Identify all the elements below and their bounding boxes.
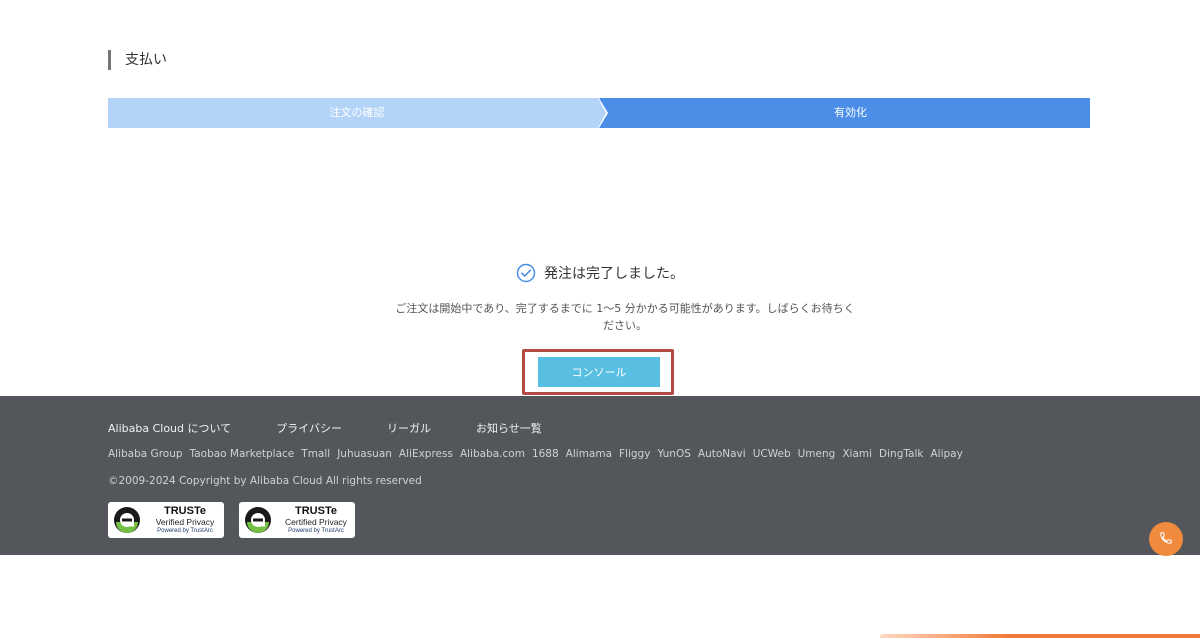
footer-group-link[interactable]: Taobao Marketplace: [190, 448, 295, 460]
footer-group-link[interactable]: Fliggy: [619, 448, 650, 460]
footer-nav: Alibaba Cloud について プライバシー リーガル お知らせ一覧: [108, 420, 542, 436]
footer-group-link[interactable]: Alimama: [566, 448, 612, 460]
success-title: 発注は完了しました。: [544, 266, 684, 282]
footer-link-privacy[interactable]: プライバシー: [276, 420, 342, 436]
step-confirm-order: 注文の確認: [108, 98, 606, 128]
footer-group-link[interactable]: Tmall: [301, 448, 330, 460]
footer-link-announcements[interactable]: お知らせ一覧: [476, 420, 542, 436]
progress-steps: 注文の確認 有効化: [108, 98, 1090, 128]
check-circle-icon: [516, 263, 536, 283]
footer-group-link[interactable]: Alibaba Group: [108, 448, 183, 460]
footer-group-link[interactable]: UCWeb: [753, 448, 791, 460]
footer-group-link[interactable]: DingTalk: [879, 448, 923, 460]
footer-link-legal[interactable]: リーガル: [387, 420, 431, 436]
footer-group-link[interactable]: Umeng: [798, 448, 836, 460]
footer-group-link[interactable]: Alibaba.com: [460, 448, 525, 460]
footer-group-link[interactable]: Juhuasuan: [337, 448, 392, 460]
footer: Alibaba Cloud について プライバシー リーガル お知らせ一覧 Al…: [0, 396, 1200, 555]
page-title: 支払い: [108, 50, 167, 70]
success-message: 発注は完了しました。: [0, 262, 1200, 284]
footer-group-links: Alibaba Group Taobao Marketplace Tmall J…: [108, 448, 963, 460]
badge-subtitle: Verified Privacy: [155, 517, 215, 527]
copyright-text: ©2009-2024 Copyright by Alibaba Cloud Al…: [108, 475, 422, 487]
footer-group-link[interactable]: AutoNavi: [698, 448, 746, 460]
footer-group-link[interactable]: 1688: [532, 448, 559, 460]
badge-brand: TRUSTe: [164, 505, 206, 517]
truste-logo-icon: [243, 505, 275, 535]
footer-group-link[interactable]: Alipay: [930, 448, 962, 460]
bottom-accent-bar: [880, 634, 1200, 638]
console-button[interactable]: コンソール: [538, 357, 660, 387]
footer-group-link[interactable]: YunOS: [657, 448, 690, 460]
footer-group-link[interactable]: Xiami: [842, 448, 872, 460]
truste-logo-icon: [112, 505, 144, 535]
badge-subtitle: Certified Privacy: [285, 517, 347, 527]
footer-link-about[interactable]: Alibaba Cloud について: [108, 420, 231, 436]
badge-powered: Powered by TrustArc: [157, 528, 213, 534]
step-activation: 有効化: [599, 98, 1090, 128]
truste-verified-badge[interactable]: TRUSTe Verified Privacy Powered by Trust…: [108, 502, 224, 538]
footer-group-link[interactable]: AliExpress: [399, 448, 453, 460]
truste-certified-badge[interactable]: TRUSTe Certified Privacy Powered by Trus…: [239, 502, 355, 538]
success-description: ご注文は開始中であり、完了するまでに 1〜5 分かかる可能性があります。しばらく…: [395, 302, 855, 332]
phone-icon: [1159, 531, 1173, 548]
badge-brand: TRUSTe: [295, 505, 337, 517]
contact-phone-button[interactable]: [1149, 522, 1183, 556]
badge-powered: Powered by TrustArc: [288, 528, 344, 534]
